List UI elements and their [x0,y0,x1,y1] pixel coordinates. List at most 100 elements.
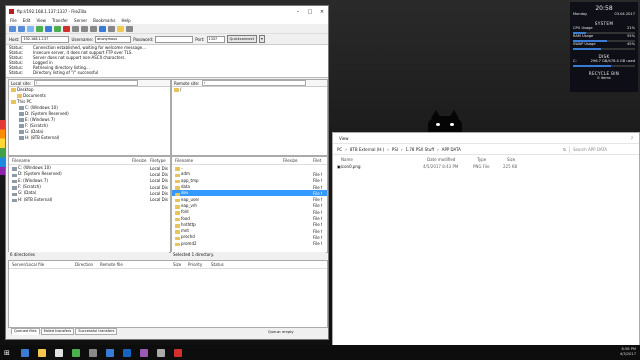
remote-site-input[interactable] [202,80,307,86]
remote-file-row[interactable]: dev File f [172,190,327,197]
app-icon[interactable] [123,348,131,357]
breadcrumb-item[interactable]: PSI [392,147,398,152]
toggle-tree-icon[interactable] [27,25,34,32]
queue-col-2[interactable]: Remote file [97,262,170,267]
filezilla-icon[interactable] [174,348,182,357]
remote-file-row[interactable]: adm File f [172,171,327,178]
local-tree-pane[interactable]: Local site: DesktopDocumentsThis PCC: (W… [8,79,171,156]
local-site-input[interactable] [34,80,139,86]
reconnect-icon[interactable] [81,25,88,32]
remote-tree-root[interactable]: / [172,87,327,93]
breadcrumb-item[interactable]: 8TB External (H:) [350,147,384,152]
port-input[interactable] [206,35,225,43]
remote-col-filetype[interactable]: Filet [313,158,327,163]
queue-col-0[interactable]: Server/Local file [9,262,72,267]
toggle-queue-icon[interactable] [45,25,52,32]
remote-file-row[interactable]: .. [172,165,327,171]
col-name[interactable]: Name [333,157,427,162]
menu-file[interactable]: File [10,18,17,23]
minimize-icon[interactable]: – [292,9,304,15]
remote-file-row[interactable]: data File f [172,184,327,190]
local-col-filetype[interactable]: Filetype [148,158,170,163]
explorer-help-icon[interactable]: ? [631,136,633,141]
start-button[interactable]: ⊞ [4,349,12,357]
queue-col-5[interactable]: Status [208,262,241,267]
queue-tab-0[interactable]: Queued files [11,328,40,335]
col-size[interactable]: Size [507,157,527,162]
remote-tree-pane[interactable]: Remote site: / [171,79,328,156]
local-col-filename[interactable]: Filename [9,158,132,163]
search-icon[interactable] [21,348,29,357]
queue-col-1[interactable]: Direction [72,262,97,267]
remote-file-row[interactable]: fold File f [172,209,327,215]
explorer-address-bar[interactable]: PC › 8TB External (H:) › PSI › 1.78 PSX Stuff ›… [333,143,639,155]
task-view-icon[interactable] [38,348,46,357]
queue-tab-1[interactable]: Failed transfers [40,328,75,335]
binoculars-icon[interactable] [126,25,133,32]
disconnect-icon[interactable] [72,25,79,32]
menu-help[interactable]: Help [122,18,131,23]
col-date[interactable]: Date modified [427,157,477,162]
remote-file-row[interactable]: eap_user File f [172,196,327,203]
site-manager-icon[interactable] [9,25,16,32]
queue-col-3[interactable]: Size [170,262,185,267]
clock-time: 20:58 [595,5,613,12]
remote-file-row[interactable]: app_tmp File f [172,178,327,184]
windows-store-icon[interactable] [106,348,114,357]
remote-file-row[interactable]: food File f [172,215,327,222]
message-log[interactable]: Status: Connection established, waiting f… [6,45,328,78]
filter-icon[interactable] [90,25,97,32]
queue-tab-2[interactable]: Successful transfers [75,328,118,335]
local-file-row[interactable]: H: (8TB External) Local Dis [9,196,170,203]
steam-icon[interactable] [89,348,97,357]
col-type[interactable]: Type [477,157,507,162]
remote-file-name-text: adm [181,171,190,177]
remote-file-list[interactable]: Filename Filesize Filet .. adm File f app_t… [171,156,328,253]
menu-bookmarks[interactable]: Bookmarks [93,18,115,23]
queue-col-4[interactable]: Priority [185,262,208,267]
explorer-view-menu[interactable]: View [339,136,349,141]
remote-file-row[interactable]: promd2 File f [172,241,327,247]
breadcrumb-item[interactable]: APP DATA [442,147,461,152]
explorer-search-box[interactable]: Search APP DATA [569,145,639,153]
local-tree-node[interactable]: H: (8TB External) [9,135,170,141]
search-files-icon[interactable] [117,25,124,32]
local-col-filesize[interactable]: Filesize [132,158,148,163]
host-input[interactable] [21,35,70,43]
cancel-icon[interactable] [63,25,70,32]
remote-file-row[interactable]: mnt File f [172,228,327,234]
remote-file-name: adm [172,171,313,178]
menu-view[interactable]: View [36,18,46,23]
compare-icon[interactable] [99,25,106,32]
quickconnect-button[interactable]: Quickconnect [226,35,258,43]
username-input[interactable] [95,35,132,43]
toggle-log-icon[interactable] [18,25,25,32]
local-file-list[interactable]: Filename Filesize Filetype C: (Windows 1… [8,156,171,253]
browser-icon[interactable] [72,348,80,357]
breadcrumb-item[interactable]: PC [337,147,342,152]
media-icon[interactable] [140,348,148,357]
transfer-queue[interactable]: Server/Local file Direction Remote file Siz… [8,260,328,328]
system-clock[interactable]: 8:58 PM 4/3/2017 [620,347,636,357]
remote-col-filename[interactable]: Filename [172,158,283,163]
remote-col-filesize[interactable]: Filesize [283,158,313,163]
explorer-file-row[interactable]: ▣ icon0.png 4/5/2017 8:43 PM PNG File 225 K… [333,163,639,170]
menu-transfer[interactable]: Transfer [52,18,68,23]
password-input[interactable] [155,35,194,43]
toggle-remote-icon[interactable] [36,25,43,32]
chrome-icon[interactable] [55,348,63,357]
local-file-type: Local Dis [150,197,168,203]
menu-server[interactable]: Server [74,18,87,23]
breadcrumb-item[interactable]: 1.78 PSX Stuff [406,147,435,152]
quickconnect-dropdown-icon[interactable]: ▾ [259,35,265,43]
remote-file-row[interactable]: hnthttp File f [172,222,327,228]
explorer-icon[interactable] [157,348,165,357]
close-icon[interactable]: × [316,9,328,15]
maximize-icon[interactable]: □ [304,9,316,15]
remote-file-row[interactable]: prochd File f [172,234,327,241]
menu-edit[interactable]: Edit [23,18,31,23]
refresh-icon[interactable] [54,25,61,32]
remote-file-row[interactable]: eap_vrh File f [172,203,327,209]
remote-site-label: Remote site: [174,80,200,86]
sync-browse-icon[interactable] [108,25,115,32]
